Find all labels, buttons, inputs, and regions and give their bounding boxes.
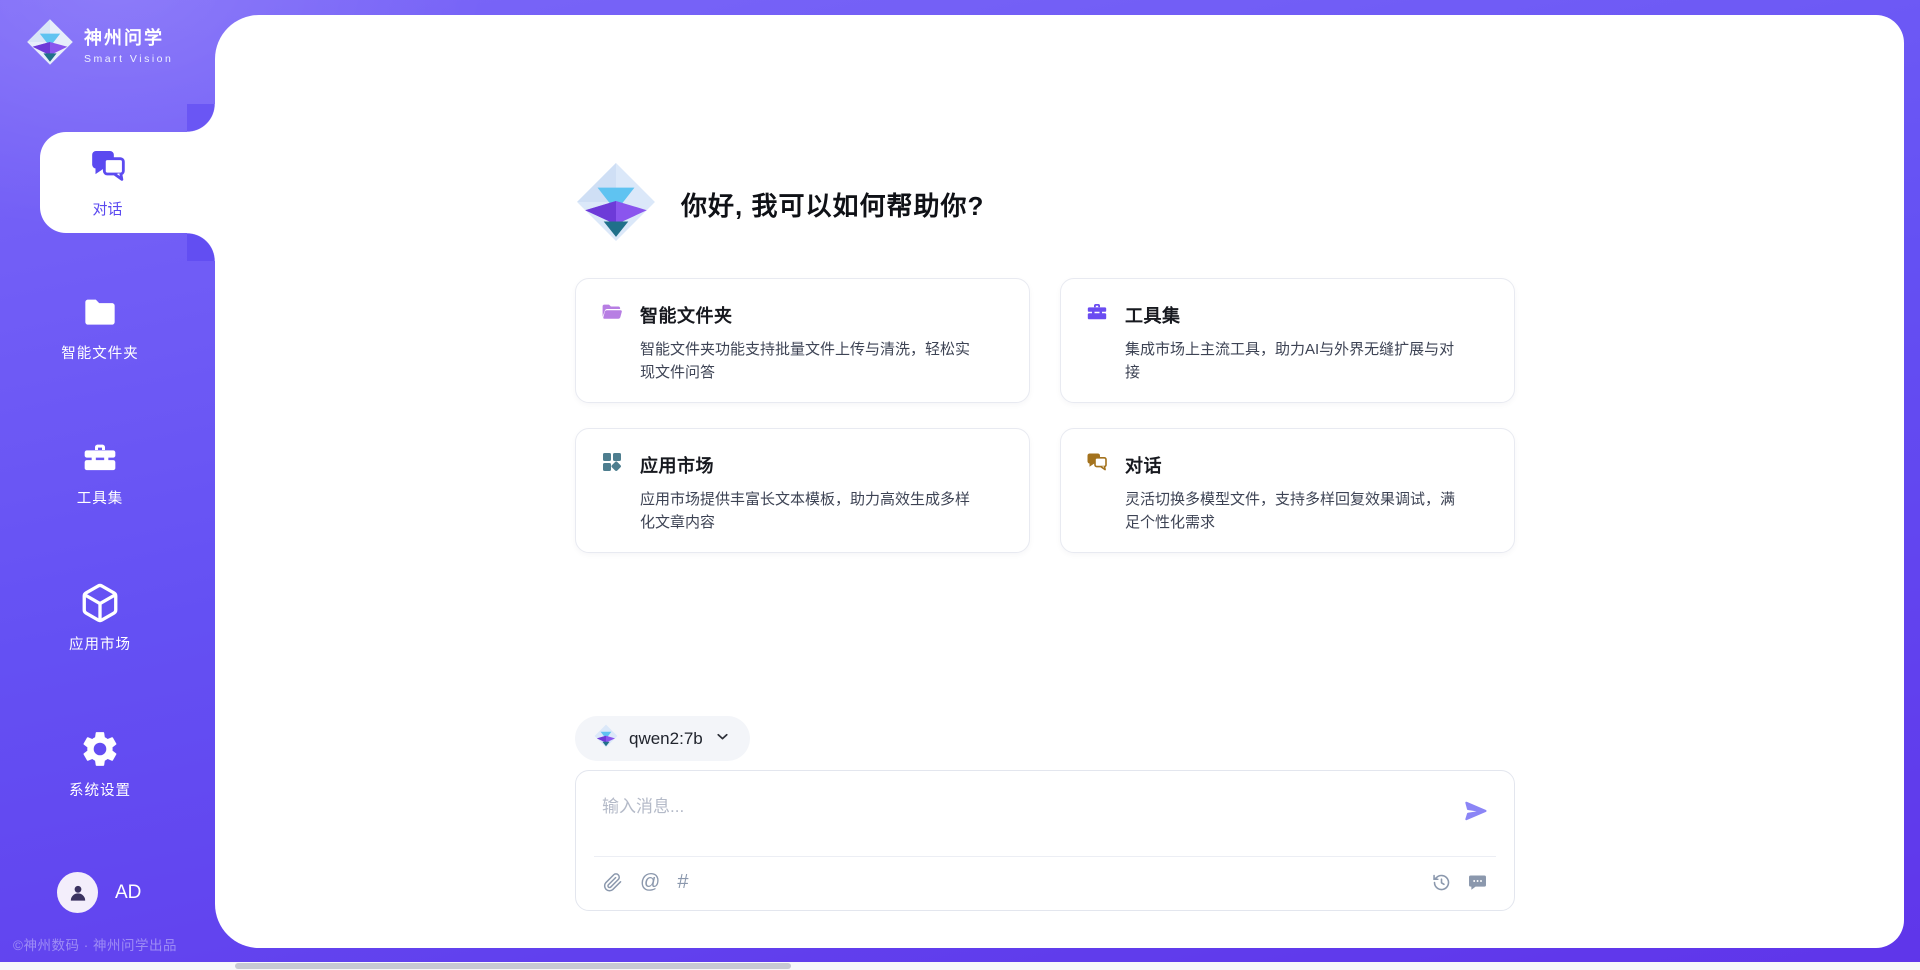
sidebar-item-app-market[interactable]: 应用市场 xyxy=(0,582,200,654)
toolbox-icon xyxy=(0,438,200,478)
composer-tools-right xyxy=(1431,871,1488,893)
card-app-market[interactable]: 应用市场 应用市场提供丰富长文本模板，助力高效生成多样化文章内容 xyxy=(575,428,1030,553)
greeting-block: 你好, 我可以如何帮助你? xyxy=(575,161,1515,248)
card-title: 工具集 xyxy=(1125,302,1181,328)
card-title: 智能文件夹 xyxy=(640,302,733,328)
card-toolset[interactable]: 工具集 集成市场上主流工具，助力AI与外界无缝扩展与对接 xyxy=(1060,278,1515,403)
card-chat[interactable]: 对话 灵活切换多模型文件，支持多样回复效果调试，满足个性化需求 xyxy=(1060,428,1515,553)
card-title: 应用市场 xyxy=(640,452,714,478)
folder-icon xyxy=(0,293,200,333)
main-panel: 你好, 我可以如何帮助你? 智能文件夹 智能文件夹功能支持批量文件上传与清洗，轻… xyxy=(215,15,1904,948)
sidebar-item-label: 系统设置 xyxy=(0,779,200,800)
gear-icon xyxy=(0,728,200,770)
card-title: 对话 xyxy=(1125,452,1162,478)
user-initials: AD xyxy=(115,882,141,904)
scrollbar-thumb[interactable] xyxy=(235,963,791,969)
history-icon xyxy=(1431,872,1452,893)
main-content: 你好, 我可以如何帮助你? 智能文件夹 智能文件夹功能支持批量文件上传与清洗，轻… xyxy=(575,15,1515,911)
card-description: 灵活切换多模型文件，支持多样回复效果调试，满足个性化需求 xyxy=(1125,488,1459,535)
sidebar: 神州问学 Smart Vision 对话 xyxy=(0,0,215,970)
tab-connector-bottom xyxy=(187,233,215,261)
sidebar-item-label: 工具集 xyxy=(0,487,200,508)
sidebar-item-label: 对话 xyxy=(92,198,122,219)
sidebar-item-label: 应用市场 xyxy=(0,633,200,654)
history-button[interactable] xyxy=(1431,871,1452,893)
sidebar-item-smart-folder[interactable]: 智能文件夹 xyxy=(0,293,200,363)
copyright-footer: ©神州数码 · 神州问学出品 xyxy=(13,934,177,954)
user-icon xyxy=(66,881,90,905)
message-input[interactable] xyxy=(602,792,1442,822)
sidebar-item-label: 智能文件夹 xyxy=(0,342,200,363)
send-button[interactable] xyxy=(1463,798,1489,824)
sidebar-item-chat[interactable]: 对话 xyxy=(40,132,217,233)
brand-logo[interactable]: 神州问学 Smart Vision xyxy=(26,18,173,71)
horizontal-scrollbar xyxy=(0,962,1920,970)
brand-text: 神州问学 Smart Vision xyxy=(84,24,173,65)
chat-bubble-icon xyxy=(1467,872,1488,893)
apps-grid-icon xyxy=(600,450,624,479)
chat-icon xyxy=(88,146,128,191)
send-icon xyxy=(1463,798,1489,824)
diamond-logo-icon xyxy=(26,18,74,71)
folder-icon xyxy=(600,300,624,329)
topic-button[interactable]: # xyxy=(677,871,688,893)
brand-subtitle: Smart Vision xyxy=(84,53,173,65)
diamond-logo-icon xyxy=(575,161,657,248)
mention-button[interactable]: @ xyxy=(640,871,660,893)
at-icon: @ xyxy=(640,872,660,892)
feature-cards: 智能文件夹 智能文件夹功能支持批量文件上传与清洗，轻松实现文件问答 xyxy=(575,278,1515,553)
card-smart-folder[interactable]: 智能文件夹 智能文件夹功能支持批量文件上传与清洗，轻松实现文件问答 xyxy=(575,278,1030,403)
sidebar-item-settings[interactable]: 系统设置 xyxy=(0,728,200,800)
app-root: 神州问学 Smart Vision 对话 xyxy=(0,0,1920,970)
composer-tools: @ # xyxy=(602,871,688,893)
brand-title: 神州问学 xyxy=(84,24,173,50)
model-selector[interactable]: qwen2:7b xyxy=(575,716,750,761)
sidebar-item-toolset[interactable]: 工具集 xyxy=(0,438,200,508)
chevron-down-icon xyxy=(714,728,731,750)
greeting-text: 你好, 我可以如何帮助你? xyxy=(681,186,984,223)
avatar xyxy=(57,872,98,913)
message-composer: @ # xyxy=(575,770,1515,911)
model-name: qwen2:7b xyxy=(629,729,703,749)
tab-connector-top xyxy=(187,104,215,132)
diamond-logo-icon xyxy=(594,724,618,753)
user-account[interactable]: AD xyxy=(57,872,141,913)
attach-file-button[interactable] xyxy=(602,871,623,893)
card-description: 应用市场提供丰富长文本模板，助力高效生成多样化文章内容 xyxy=(640,488,974,535)
cube-icon xyxy=(0,582,200,624)
conversation-button[interactable] xyxy=(1467,871,1488,893)
card-description: 集成市场上主流工具，助力AI与外界无缝扩展与对接 xyxy=(1125,338,1459,385)
composer-divider xyxy=(594,856,1496,857)
paperclip-icon xyxy=(602,872,623,893)
toolbox-icon xyxy=(1085,300,1109,329)
card-description: 智能文件夹功能支持批量文件上传与清洗，轻松实现文件问答 xyxy=(640,338,974,385)
chat-icon xyxy=(1085,450,1109,479)
hash-icon: # xyxy=(677,872,688,892)
